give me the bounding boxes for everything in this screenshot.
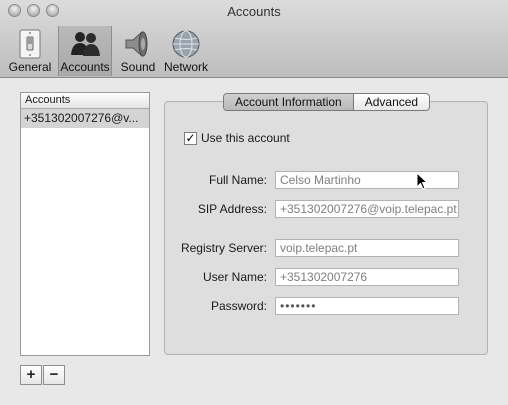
toolbar-accounts[interactable]: Accounts: [58, 26, 112, 76]
list-item[interactable]: +351302007276@v...: [21, 109, 149, 128]
use-account-label[interactable]: Use this account: [201, 131, 290, 145]
remove-account-button[interactable]: −: [43, 365, 65, 385]
use-account-checkbox[interactable]: ✓: [184, 132, 197, 145]
speaker-icon: [125, 30, 148, 58]
user-name-label: User Name:: [202, 270, 267, 284]
toolbar-label-network: Network: [163, 60, 208, 74]
globe-icon: [172, 30, 200, 58]
toolbar-label-general: General: [8, 60, 52, 74]
full-name-field[interactable]: Celso Martinho: [275, 171, 459, 189]
title-toolbar: Accounts General Accounts Sound Network: [0, 0, 508, 78]
window-title: Accounts: [227, 4, 281, 19]
sip-address-label: SIP Address:: [197, 202, 267, 216]
toolbar-label-sound: Sound: [120, 60, 156, 74]
tab-advanced[interactable]: Advanced: [354, 94, 429, 110]
registry-server-label: Registry Server:: [180, 241, 267, 255]
settings-tab-control: Account Information Advanced: [223, 93, 431, 111]
toolbar-label-accounts: Accounts: [60, 60, 110, 74]
full-name-label: Full Name:: [208, 173, 267, 187]
password-label: Password:: [210, 299, 267, 313]
registry-server-field[interactable]: voip.telepac.pt: [275, 239, 459, 257]
mouse-pointer-icon: [416, 172, 428, 190]
toolbar-general[interactable]: General: [5, 26, 55, 76]
accounts-list[interactable]: Accounts +351302007276@v...: [20, 92, 150, 356]
preferences-window: Accounts General Accounts Sound Network …: [0, 0, 508, 405]
password-field[interactable]: •••••••: [275, 297, 459, 315]
add-account-button[interactable]: +: [20, 365, 42, 385]
light-switch-icon: [19, 29, 41, 59]
people-icon: [71, 32, 100, 56]
sip-address-field[interactable]: +351302007276@voip.telepac.pt: [275, 200, 459, 218]
toolbar-network[interactable]: Network: [162, 26, 210, 76]
user-name-field[interactable]: +351302007276: [275, 268, 459, 286]
toolbar-sound[interactable]: Sound: [113, 26, 163, 76]
accounts-list-header[interactable]: Accounts: [21, 93, 149, 109]
tab-account-information[interactable]: Account Information: [224, 94, 354, 110]
